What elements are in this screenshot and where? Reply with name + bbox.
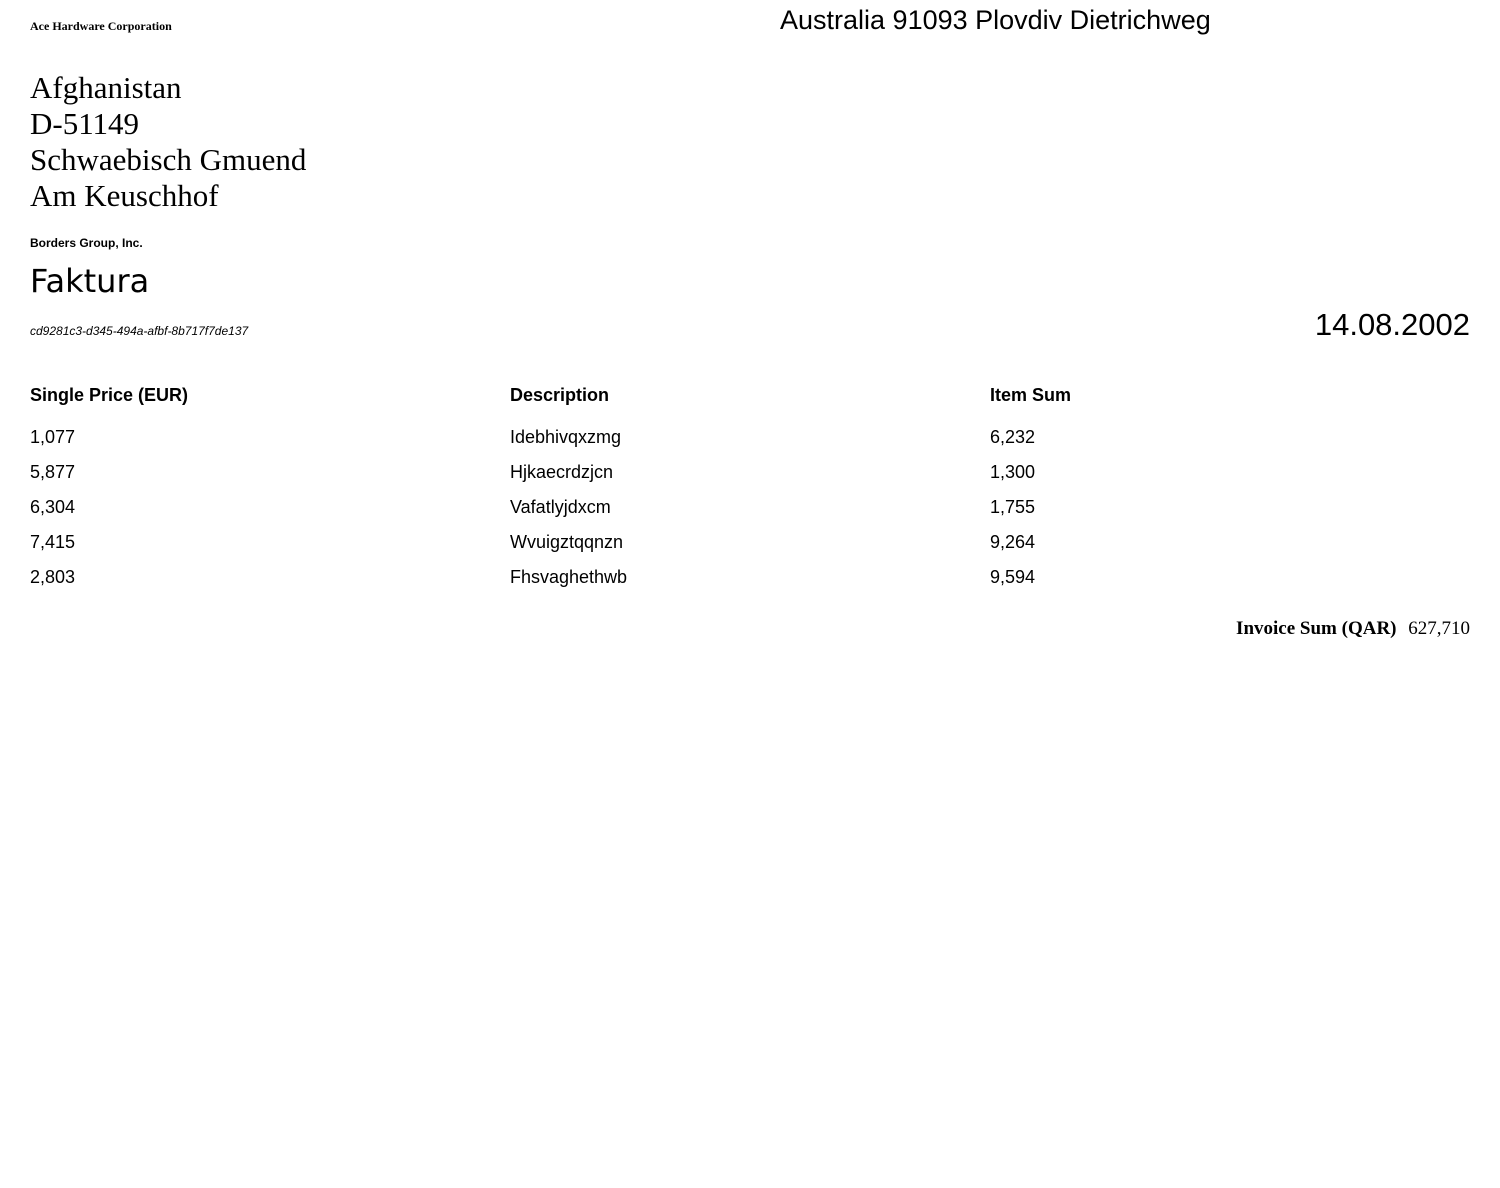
cell-description: Hjkaecrdzjcn (510, 462, 614, 482)
invoice-total-label: Invoice Sum (QAR) (1236, 618, 1397, 639)
cell-item-sum: 1,300 (990, 462, 1036, 482)
invoice-total-value: 627,710 (1408, 618, 1470, 639)
cell-description: Wvuigztqqnzn (510, 532, 624, 552)
cell-item-sum: 1,755 (990, 497, 1036, 517)
cell-description: Fhsvaghethwb (510, 567, 628, 587)
sender-company: Ace Hardware Corporation (30, 19, 172, 33)
table-header-row: Single Price (EUR) Description Item Sum (30, 380, 1470, 420)
header-item-sum: Item Sum (990, 384, 1072, 405)
line-items-table: Single Price (EUR) Description Item Sum … (30, 380, 1470, 595)
recipient-city: Schwaebisch Gmuend (30, 142, 307, 177)
invoice-id: cd9281c3-d345-494a-afbf-8b717f7de137 (30, 324, 249, 338)
cell-item-sum: 6,232 (990, 427, 1036, 447)
customer-company: Borders Group, Inc. (30, 236, 143, 250)
cell-single-price: 1,077 (30, 427, 76, 447)
cell-single-price: 7,415 (30, 532, 76, 552)
sender-address: Australia 91093 Plovdiv Dietrichweg (780, 5, 1211, 35)
cell-single-price: 5,877 (30, 462, 76, 482)
header-single-price: Single Price (EUR) (30, 384, 189, 405)
table-row: 2,803 Fhsvaghethwb 9,594 (30, 560, 1470, 595)
cell-single-price: 6,304 (30, 497, 76, 517)
invoice-total: Invoice Sum (QAR) 627,710 (1236, 617, 1470, 641)
table-row: 1,077 Idebhivqxzmg 6,232 (30, 420, 1470, 455)
table-row: 5,877 Hjkaecrdzjcn 1,300 (30, 455, 1470, 490)
recipient-street: Am Keuschhof (30, 178, 219, 213)
cell-item-sum: 9,594 (990, 567, 1036, 587)
cell-description: Vafatlyjdxcm (510, 497, 611, 517)
document-title: Faktura (30, 262, 150, 300)
cell-item-sum: 9,264 (990, 532, 1036, 552)
recipient-country: Afghanistan (30, 70, 182, 105)
table-row: 7,415 Wvuigztqqnzn 9,264 (30, 525, 1470, 560)
invoice-date: 14.08.2002 (1314, 307, 1470, 342)
table-row: 6,304 Vafatlyjdxcm 1,755 (30, 490, 1470, 525)
cell-description: Idebhivqxzmg (510, 427, 622, 447)
header-description: Description (510, 384, 610, 405)
recipient-postal-code: D-51149 (30, 106, 140, 141)
cell-single-price: 2,803 (30, 567, 76, 587)
recipient-address: Afghanistan D-51149 Schwaebisch Gmuend A… (30, 70, 306, 214)
